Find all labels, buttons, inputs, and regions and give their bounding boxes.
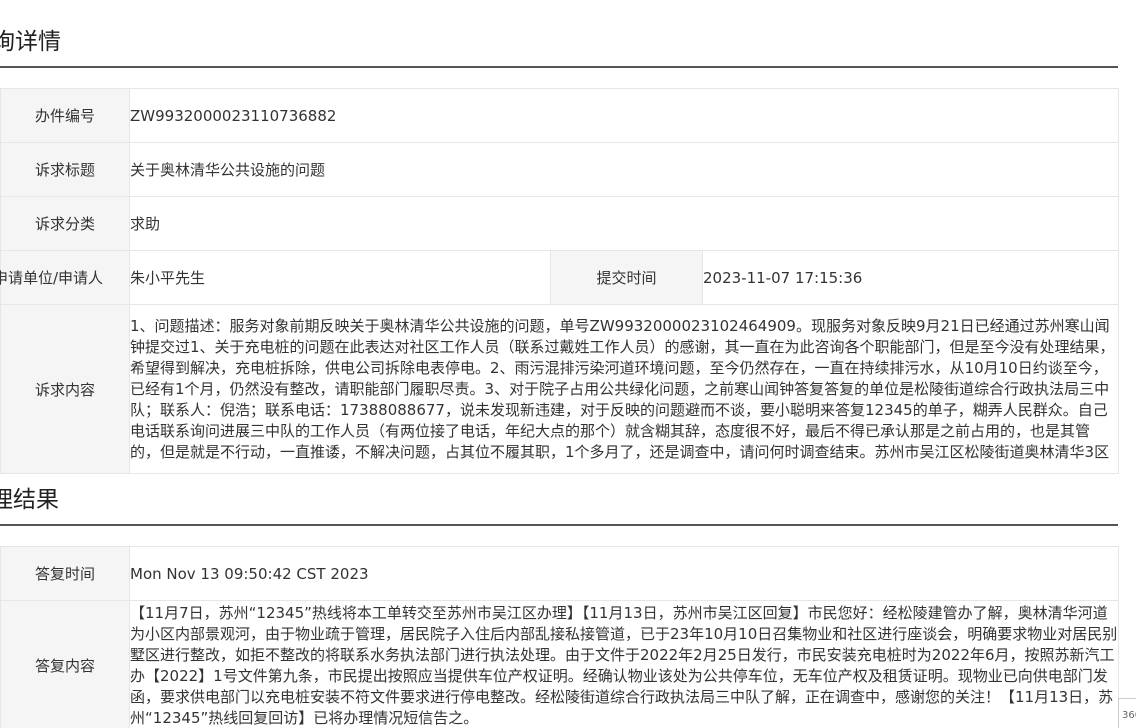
row-reply-content: 答复内容 【11月7日，苏州“12345”热线将本工单转交至苏州市吴江区办理】【… bbox=[0, 600, 1119, 728]
row-applicant: 申请单位/申请人 朱小平先生 提交时间 2023-11-07 17:15:36 bbox=[0, 250, 1120, 305]
consult-detail-table: 办件编号 ZW9932000023110736882 诉求标题 关于奥林清华公共… bbox=[0, 88, 1120, 474]
result-section-title: 理结果 bbox=[0, 483, 1118, 526]
result-table: 答复时间 Mon Nov 13 09:50:42 CST 2023 答复内容 【… bbox=[0, 546, 1119, 728]
category-value: 求助 bbox=[128, 196, 1120, 251]
result-section-title-text: 理结果 bbox=[0, 487, 59, 513]
subject-label: 诉求标题 bbox=[0, 142, 130, 197]
reply-time-label: 答复时间 bbox=[0, 546, 130, 601]
row-case-no: 办件编号 ZW9932000023110736882 bbox=[0, 88, 1120, 143]
reply-time-value: Mon Nov 13 09:50:42 CST 2023 bbox=[129, 546, 1119, 601]
consult-section-title: 询详情 bbox=[0, 25, 1118, 68]
reply-content-label: 答复内容 bbox=[0, 600, 130, 728]
row-subject: 诉求标题 关于奥林清华公共设施的问题 bbox=[0, 142, 1120, 197]
subject-value: 关于奥林清华公共设施的问题 bbox=[128, 142, 1120, 197]
category-label: 诉求分类 bbox=[0, 196, 130, 251]
content-label: 诉求内容 bbox=[0, 304, 130, 474]
reply-content-value: 【11月7日，苏州“12345”热线将本工单转交至苏州市吴江区办理】【11月13… bbox=[129, 600, 1119, 728]
content-value: 1、问题描述：服务对象前期反映关于奥林清华公共设施的问题，单号ZW9932000… bbox=[128, 304, 1120, 474]
submit-time-value: 2023-11-07 17:15:36 bbox=[701, 250, 1120, 305]
consult-section-title-text: 询详情 bbox=[0, 29, 61, 55]
scroll-to-top-badge[interactable]: 360 bbox=[1118, 698, 1136, 728]
applicant-label: 申请单位/申请人 bbox=[0, 250, 130, 305]
row-category: 诉求分类 求助 bbox=[0, 196, 1120, 251]
row-reply-time: 答复时间 Mon Nov 13 09:50:42 CST 2023 bbox=[0, 546, 1119, 601]
submit-time-label: 提交时间 bbox=[550, 250, 703, 305]
row-content: 诉求内容 1、问题描述：服务对象前期反映关于奥林清华公共设施的问题，单号ZW99… bbox=[0, 304, 1120, 474]
case-no-value: ZW9932000023110736882 bbox=[128, 88, 1120, 143]
applicant-value: 朱小平先生 bbox=[129, 250, 551, 305]
page: 询详情 办件编号 ZW9932000023110736882 诉求标题 关于奥林… bbox=[0, 0, 1136, 728]
case-no-label: 办件编号 bbox=[0, 88, 130, 143]
